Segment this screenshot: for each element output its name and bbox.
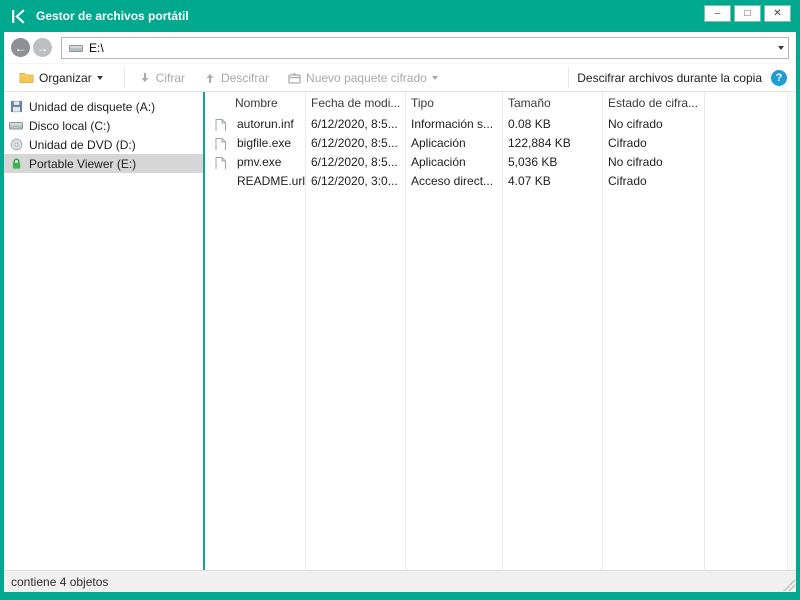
column-header-modified[interactable]: Fecha de modi... bbox=[305, 96, 405, 110]
organize-button[interactable]: Organizar bbox=[13, 68, 109, 88]
address-bar bbox=[61, 37, 789, 59]
new-encrypted-package-button[interactable]: Nuevo paquete cifrado bbox=[282, 68, 444, 88]
window-content: ← → Organizar bbox=[4, 32, 796, 592]
file-type: Aplicación bbox=[405, 155, 502, 169]
sidebar-item-label: Disco local (C:) bbox=[29, 119, 110, 133]
column-header-name[interactable]: Nombre bbox=[205, 96, 305, 110]
file-modified: 6/12/2020, 3:0... bbox=[305, 174, 405, 188]
new-encrypted-package-label: Nuevo paquete cifrado bbox=[306, 71, 427, 85]
sidebar-item-portable-viewer-e[interactable]: Portable Viewer (E:) bbox=[4, 154, 203, 173]
file-name: autorun.inf bbox=[237, 117, 294, 131]
decrypt-on-copy-label: Descifrar archivos durante la copia bbox=[577, 71, 762, 85]
table-row[interactable]: bigfile.exe 6/12/2020, 8:5... Aplicación… bbox=[205, 133, 796, 152]
close-button[interactable]: ✕ bbox=[764, 5, 791, 22]
file-name: bigfile.exe bbox=[237, 136, 291, 150]
file-name-cell: autorun.inf bbox=[205, 117, 305, 131]
file-icon bbox=[215, 119, 226, 131]
package-icon bbox=[288, 72, 301, 84]
file-name: pmv.exe bbox=[237, 155, 281, 169]
file-modified: 6/12/2020, 8:5... bbox=[305, 155, 405, 169]
forward-button[interactable]: → bbox=[33, 38, 52, 57]
sidebar-item-label: Portable Viewer (E:) bbox=[29, 157, 136, 171]
sidebar-item-label: Unidad de DVD (D:) bbox=[29, 138, 136, 152]
file-modified: 6/12/2020, 8:5... bbox=[305, 136, 405, 150]
resize-grip[interactable] bbox=[783, 579, 795, 591]
lock-icon bbox=[9, 157, 23, 170]
dvd-drive-icon bbox=[9, 138, 23, 151]
file-encryption-status: Cifrado bbox=[602, 174, 704, 188]
encrypt-button[interactable]: Cifrar bbox=[133, 68, 191, 88]
file-name-cell: README.url bbox=[205, 174, 305, 188]
drive-tree: Unidad de disquete (A:) Disco local (C:) bbox=[4, 92, 205, 570]
file-type: Aplicación bbox=[405, 136, 502, 150]
window-controls: – □ ✕ bbox=[704, 5, 791, 22]
file-icon bbox=[215, 157, 226, 169]
arrow-down-icon bbox=[139, 72, 151, 84]
file-size: 5,036 KB bbox=[502, 155, 602, 169]
file-encryption-status: Cifrado bbox=[602, 136, 704, 150]
file-name-cell: bigfile.exe bbox=[205, 136, 305, 150]
column-header-type[interactable]: Tipo bbox=[405, 96, 502, 110]
file-list: Nombre Fecha de modi... Tipo Tamaño Esta… bbox=[205, 92, 796, 570]
navigation-bar: ← → bbox=[4, 32, 796, 63]
file-modified: 6/12/2020, 8:5... bbox=[305, 117, 405, 131]
file-icon bbox=[215, 138, 226, 150]
help-icon[interactable]: ? bbox=[771, 70, 787, 86]
column-header-encryption-status[interactable]: Estado de cifra... bbox=[602, 96, 704, 110]
main-area: Unidad de disquete (A:) Disco local (C:) bbox=[4, 92, 796, 570]
address-dropdown-icon[interactable] bbox=[778, 46, 784, 50]
toolbar-separator bbox=[124, 67, 125, 88]
vertical-scrollbar[interactable] bbox=[787, 92, 796, 570]
minimize-button[interactable]: – bbox=[704, 5, 731, 22]
floppy-drive-icon bbox=[9, 100, 23, 113]
hard-disk-icon bbox=[9, 119, 23, 132]
new-package-dropdown-icon bbox=[432, 76, 438, 80]
file-size: 122,884 KB bbox=[502, 136, 602, 150]
file-list-header: Nombre Fecha de modi... Tipo Tamaño Esta… bbox=[205, 92, 796, 114]
file-encryption-status: No cifrado bbox=[602, 155, 704, 169]
sidebar-item-dvd-d[interactable]: Unidad de DVD (D:) bbox=[4, 135, 203, 154]
folder-icon bbox=[19, 71, 34, 84]
toolbar: Organizar Cifrar bbox=[4, 63, 796, 92]
back-button[interactable]: ← bbox=[11, 38, 30, 57]
titlebar[interactable]: Gestor de archivos portátil – □ ✕ bbox=[0, 0, 800, 32]
column-header-size[interactable]: Tamaño bbox=[502, 96, 602, 110]
kaspersky-logo-icon bbox=[10, 8, 27, 25]
sidebar-item-local-c[interactable]: Disco local (C:) bbox=[4, 116, 203, 135]
organize-label: Organizar bbox=[39, 71, 92, 85]
file-size: 0.08 KB bbox=[502, 117, 602, 131]
file-name-cell: pmv.exe bbox=[205, 155, 305, 169]
decrypt-button[interactable]: Descifrar bbox=[198, 68, 275, 88]
app-window: Gestor de archivos portátil – □ ✕ ← → bbox=[0, 0, 800, 600]
table-row[interactable]: README.url 6/12/2020, 3:0... Acceso dire… bbox=[205, 171, 796, 190]
arrow-up-icon bbox=[204, 72, 216, 84]
table-row[interactable]: autorun.inf 6/12/2020, 8:5... Informació… bbox=[205, 114, 796, 133]
address-input[interactable] bbox=[89, 39, 778, 57]
file-encryption-status: No cifrado bbox=[602, 117, 704, 131]
sidebar-item-label: Unidad de disquete (A:) bbox=[29, 100, 155, 114]
drive-icon bbox=[69, 42, 83, 54]
decrypt-label: Descifrar bbox=[221, 71, 269, 85]
organize-dropdown-icon bbox=[97, 76, 103, 80]
window-title: Gestor de archivos portátil bbox=[36, 9, 189, 23]
file-type: Acceso direct... bbox=[405, 174, 502, 188]
status-bar: contiene 4 objetos bbox=[4, 570, 796, 592]
encrypt-label: Cifrar bbox=[156, 71, 185, 85]
file-name: README.url bbox=[237, 174, 305, 188]
toolbar-separator bbox=[568, 67, 569, 88]
file-size: 4.07 KB bbox=[502, 174, 602, 188]
maximize-button[interactable]: □ bbox=[734, 5, 761, 22]
table-row[interactable]: pmv.exe 6/12/2020, 8:5... Aplicación 5,0… bbox=[205, 152, 796, 171]
sidebar-item-floppy-a[interactable]: Unidad de disquete (A:) bbox=[4, 97, 203, 116]
file-type: Información s... bbox=[405, 117, 502, 131]
status-text: contiene 4 objetos bbox=[11, 575, 108, 589]
